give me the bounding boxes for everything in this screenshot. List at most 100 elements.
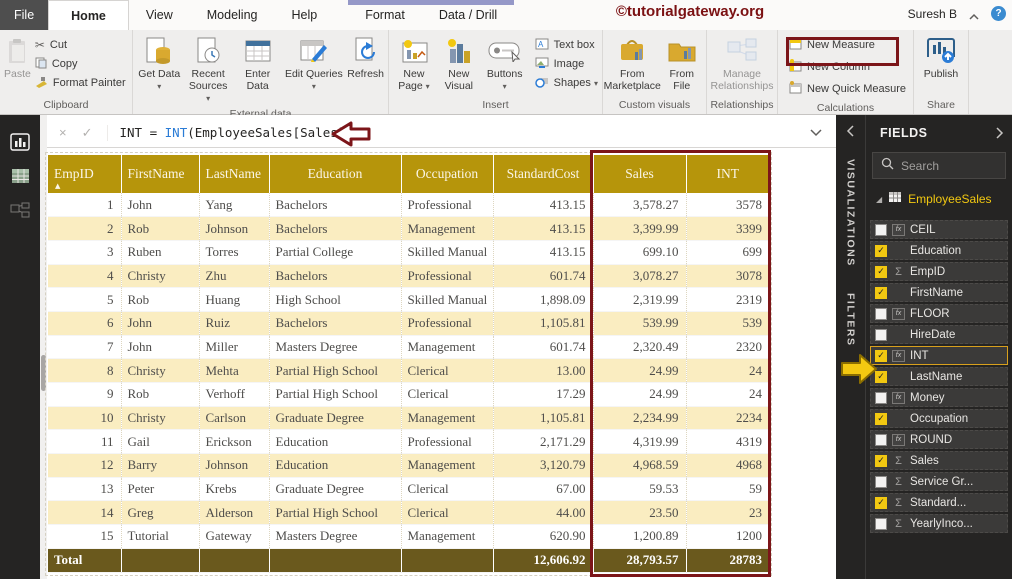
table-row[interactable]: 13 Peter Krebs Graduate Degree Clerical 67.00… <box>48 477 769 501</box>
checkbox-checked[interactable]: ✓ <box>875 349 887 362</box>
table-row[interactable]: 8 Christy Mehta Partial High School Clerical… <box>48 358 769 383</box>
cancel-icon[interactable]: × <box>59 125 67 141</box>
checkbox-checked[interactable]: ✓ <box>875 496 887 509</box>
tab-modeling[interactable]: Modeling <box>190 0 275 30</box>
enter-data-button[interactable]: Enter Data <box>233 33 283 95</box>
field-item-standard[interactable]: ✓ Σ Standard... <box>870 493 1008 512</box>
collapse-ribbon-icon[interactable] <box>968 9 980 20</box>
column-header-lastname[interactable]: LastName <box>199 155 270 193</box>
recent-sources-button[interactable]: Recent Sources ▾ <box>183 33 232 107</box>
field-item-lastname[interactable]: ✓ LastName <box>870 367 1008 386</box>
field-item-empid[interactable]: ✓ Σ EmpID <box>870 262 1008 281</box>
checkbox-unchecked[interactable] <box>875 328 887 341</box>
format-painter-button[interactable]: Format Painter <box>35 75 126 91</box>
chevron-left-icon[interactable] <box>846 125 855 137</box>
new-measure-button[interactable]: New Measure <box>788 37 906 53</box>
table-row[interactable]: 14 Greg Alderson Partial High School Clerica… <box>48 500 769 525</box>
field-item-money[interactable]: fx Money <box>870 388 1008 407</box>
search-input[interactable]: Search <box>872 152 1006 179</box>
refresh-button[interactable]: Refresh <box>345 33 386 83</box>
column-header-firstname[interactable]: FirstName <box>121 155 200 193</box>
field-item-hiredate[interactable]: HireDate <box>870 325 1008 344</box>
report-view-button[interactable] <box>0 125 40 159</box>
from-file-button[interactable]: From File <box>661 33 703 95</box>
model-view-button[interactable] <box>0 193 40 227</box>
new-column-button[interactable]: New Column <box>788 59 906 75</box>
column-header-occupation[interactable]: Occupation <box>401 155 494 193</box>
data-view-button[interactable] <box>0 159 40 193</box>
column-header-empid[interactable]: EmpID ▲ <box>48 155 122 193</box>
table-row[interactable]: 15 Tutorial Gateway Masters Degree Managemen… <box>48 524 769 549</box>
checkbox-checked[interactable]: ✓ <box>875 265 887 278</box>
table-row[interactable]: 2 Rob Johnson Bachelors Management 413.15 3,39… <box>48 216 769 241</box>
tab-view[interactable]: View <box>129 0 190 30</box>
table-row[interactable]: 4 Christy Zhu Bachelors Professional 601.74 3,… <box>48 264 769 288</box>
filters-panel-tab[interactable]: FILTERS <box>845 293 857 346</box>
table-row[interactable]: 3 Ruben Torres Partial College Skilled Manua… <box>48 240 769 265</box>
checkbox-checked[interactable]: ✓ <box>875 244 887 257</box>
column-header-int[interactable]: INT <box>686 155 769 193</box>
column-header-education[interactable]: Education <box>269 155 402 193</box>
fields-table-employeesales[interactable]: ◢ EmployeeSales <box>866 187 1012 211</box>
tab-data-drill[interactable]: Data / Drill <box>421 0 515 30</box>
manage-relationships-button[interactable]: Manage Relationships <box>709 33 775 95</box>
text-box-button[interactable]: A Text box <box>535 37 598 53</box>
field-item-education[interactable]: ✓ Education <box>870 241 1008 260</box>
get-data-button[interactable]: Get Data ▾ <box>135 33 183 95</box>
scrollbar-thumb[interactable] <box>41 355 46 391</box>
new-quick-measure-button[interactable]: New Quick Measure <box>788 81 906 97</box>
field-item-occupation[interactable]: ✓ Occupation <box>870 409 1008 428</box>
table-row[interactable]: 6 John Ruiz Bachelors Professional 1,105.81 53… <box>48 311 769 336</box>
table-row[interactable]: 7 John Miller Masters Degree Management 601.7… <box>48 335 769 359</box>
table-row[interactable]: 1 John Yang Bachelors Professional 413.15 3,57… <box>48 193 769 217</box>
checkbox-checked[interactable]: ✓ <box>875 370 887 383</box>
image-button[interactable]: Image <box>535 56 598 72</box>
help-icon[interactable]: ? <box>991 6 1006 21</box>
from-marketplace-button[interactable]: From Marketplace <box>604 33 661 95</box>
column-header-sales[interactable]: Sales <box>593 155 687 193</box>
tab-help[interactable]: Help <box>275 0 335 30</box>
new-visual-button[interactable]: New Visual <box>437 33 481 95</box>
edit-queries-button[interactable]: Edit Queries ▾ <box>282 33 345 95</box>
table-row[interactable]: 9 Rob Verhoff Partial High School Clerical 17… <box>48 382 769 407</box>
buttons-button[interactable]: Buttons ▾ <box>481 33 529 95</box>
formula-expand-icon[interactable] <box>810 128 836 137</box>
paste-button[interactable]: Paste <box>2 33 33 83</box>
table-row[interactable]: 5 Rob Huang High School Skilled Manual 1,898.… <box>48 287 769 312</box>
field-item-ceil[interactable]: fx CEIL <box>870 220 1008 239</box>
copy-button[interactable]: Copy <box>35 56 126 72</box>
cut-button[interactable]: ✂ Cut <box>35 37 126 53</box>
field-item-round[interactable]: fx ROUND <box>870 430 1008 449</box>
checkbox-unchecked[interactable] <box>875 391 887 404</box>
vertical-scrollbar[interactable] <box>40 115 47 579</box>
publish-button[interactable]: Publish <box>922 33 960 83</box>
formula-input[interactable]: INT = INT(EmployeeSales[Sales]) <box>108 125 353 140</box>
field-item-yearlyinco[interactable]: Σ YearlyInco... <box>870 514 1008 533</box>
commit-icon[interactable]: ✓ <box>82 125 93 141</box>
tab-home[interactable]: Home <box>48 0 129 30</box>
table-row[interactable]: 11 Gail Erickson Education Professional 2,171… <box>48 429 769 454</box>
expand-triangle-icon[interactable]: ◢ <box>876 195 882 204</box>
tab-file[interactable]: File <box>0 0 49 30</box>
checkbox-checked[interactable]: ✓ <box>875 286 887 299</box>
checkbox-unchecked[interactable] <box>875 517 887 530</box>
shapes-button[interactable]: Shapes ▾ <box>534 75 598 91</box>
field-item-sales[interactable]: ✓ Σ Sales <box>870 451 1008 470</box>
chevron-right-icon[interactable] <box>995 127 1004 139</box>
new-page-button[interactable]: New Page ▾ <box>391 33 437 95</box>
column-header-standardcost[interactable]: StandardCost <box>493 155 594 193</box>
checkbox-unchecked[interactable] <box>875 475 887 488</box>
checkbox-checked[interactable]: ✓ <box>875 454 887 467</box>
table-row[interactable]: 10 Christy Carlson Graduate Degree Managemen… <box>48 406 769 430</box>
checkbox-checked[interactable]: ✓ <box>875 412 887 425</box>
checkbox-unchecked[interactable] <box>875 433 887 446</box>
field-item-floor[interactable]: fx FLOOR <box>870 304 1008 323</box>
tab-format[interactable]: Format <box>348 0 422 30</box>
field-item-service-gr[interactable]: Σ Service Gr... <box>870 472 1008 491</box>
field-item-firstname[interactable]: ✓ FirstName <box>870 283 1008 302</box>
table-row[interactable]: 12 Barry Johnson Education Management 3,120.7… <box>48 453 769 478</box>
checkbox-unchecked[interactable] <box>875 307 887 320</box>
field-item-int[interactable]: ✓ fx INT <box>870 346 1008 365</box>
visualizations-panel-tab[interactable]: VISUALIZATIONS <box>845 159 857 267</box>
checkbox-unchecked[interactable] <box>875 223 887 236</box>
